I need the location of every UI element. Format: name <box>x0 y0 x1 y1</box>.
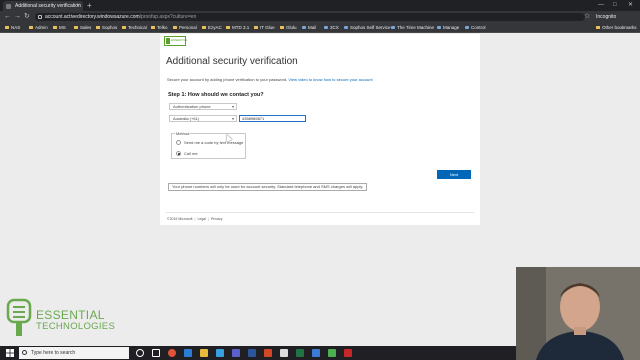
page-footer: ©2019 Microsoft | Legal | Privacy <box>167 217 223 221</box>
bookmark-item[interactable]: EzyAC <box>202 23 222 33</box>
radio-button-selected[interactable] <box>176 151 181 156</box>
bookmark-item[interactable]: Telko <box>151 23 168 33</box>
wifi-app-icon[interactable] <box>216 349 224 357</box>
phone-usage-notice: Your phone numbers will only be used for… <box>168 183 367 191</box>
bookmark-item[interactable]: NAS <box>5 23 20 33</box>
task-view-icon[interactable] <box>152 349 160 357</box>
option-label: Send me a code by text message <box>184 140 244 145</box>
video-help-link[interactable]: View video to know how to secure your ac… <box>288 77 372 82</box>
bookmark-item[interactable]: Sales <box>74 23 91 33</box>
notepad-icon[interactable] <box>280 349 288 357</box>
app-icon[interactable] <box>344 349 352 357</box>
radio-button[interactable] <box>176 140 181 145</box>
verification-card: ESSENTIAL Additional security verificati… <box>160 34 480 225</box>
bookmark-item[interactable]: 3CX <box>324 23 339 33</box>
cortana-icon[interactable] <box>136 349 144 357</box>
option-label: Call me <box>184 151 198 156</box>
edge-icon[interactable] <box>184 349 192 357</box>
bookmark-item[interactable]: Glulu <box>280 23 297 33</box>
text-message-option[interactable]: Send me a code by text message <box>176 140 243 145</box>
close-window-icon[interactable]: ✕ <box>628 0 633 11</box>
back-icon[interactable]: ← <box>4 11 11 23</box>
bookmark-item[interactable]: Sophos Self Service <box>344 23 391 33</box>
method-legend: Method <box>175 131 191 136</box>
brand-watermark: ESSENTIAL TECHNOLOGIES <box>4 296 116 342</box>
webcam-overlay <box>516 267 640 360</box>
bookmark-item[interactable]: Admin <box>29 23 48 33</box>
windows-start-icon[interactable] <box>6 349 14 357</box>
bookmark-item[interactable]: MS <box>53 23 66 33</box>
bookmark-item[interactable]: MTD 3.1 <box>226 23 249 33</box>
bookmarks-bar: NAS Admin MS Sales Sophos Technical Telk… <box>0 23 640 33</box>
close-tab-icon[interactable]: × <box>76 1 80 11</box>
url-path: /proofup.aspx?culture=en <box>139 14 197 20</box>
forward-icon[interactable]: → <box>14 11 21 23</box>
lock-icon <box>38 15 42 19</box>
browser-tab-bar: Additional security verification × + — □… <box>0 0 640 11</box>
page-subtitle: Secure your account by adding phone veri… <box>167 77 373 82</box>
subtitle-text: Secure your account by adding phone veri… <box>167 77 288 82</box>
search-icon <box>22 350 27 355</box>
company-logo: ESSENTIAL <box>164 36 188 46</box>
bookmark-item[interactable]: Control <box>465 23 486 33</box>
privacy-link[interactable]: Privacy <box>211 217 222 221</box>
new-tab-icon[interactable]: + <box>87 0 92 11</box>
presenter-video-image <box>516 267 640 360</box>
chevron-down-icon: ▾ <box>231 104 234 109</box>
brand-name-line2: TECHNOLOGIES <box>36 321 116 332</box>
brand-name-line1: ESSENTIAL <box>36 308 105 322</box>
bookmark-item[interactable]: Manage <box>437 23 459 33</box>
next-button[interactable]: Next <box>437 170 471 179</box>
page-favicon-icon <box>6 4 11 9</box>
method-fieldset: Method Send me a code by text message Ca… <box>171 131 246 159</box>
brand-logo-icon <box>6 298 32 336</box>
step-heading: Step 1: How should we contact you? <box>168 92 264 98</box>
taskbar-search[interactable]: Type here to search <box>19 347 129 359</box>
copyright-text: ©2019 Microsoft <box>167 217 193 221</box>
contact-type-select[interactable]: Authentication phone ▾ <box>169 103 237 110</box>
footer-divider <box>166 212 474 213</box>
windows-taskbar: Type here to search <box>0 346 516 360</box>
file-explorer-icon[interactable] <box>200 349 208 357</box>
tab-title: Additional security verification <box>15 3 81 9</box>
reload-icon[interactable]: ↻ <box>24 11 30 23</box>
maximize-icon[interactable]: □ <box>613 0 617 11</box>
chevron-down-icon: ▾ <box>231 116 234 121</box>
phone-number-input[interactable]: 4358989871 <box>239 115 306 122</box>
url-domain: account.activedirectory.windowsazure.com <box>45 14 140 20</box>
call-me-option[interactable]: Call me <box>176 151 198 156</box>
outlook-icon[interactable] <box>312 349 320 357</box>
bookmark-item[interactable]: IT Glue <box>254 23 275 33</box>
chrome-icon[interactable] <box>168 349 176 357</box>
minimize-icon[interactable]: — <box>598 0 604 11</box>
country-value: Australia (+61) <box>173 116 200 121</box>
address-bar[interactable]: account.activedirectory.windowsazure.com… <box>35 13 585 21</box>
logo-text: ESSENTIAL <box>171 38 188 42</box>
incognito-label[interactable]: Incognito <box>596 11 616 23</box>
country-select[interactable]: Australia (+61) ▾ <box>169 115 237 122</box>
excel-icon[interactable] <box>296 349 304 357</box>
search-placeholder: Type here to search <box>31 350 76 356</box>
bookmark-item[interactable]: Sophos <box>96 23 117 33</box>
bookmark-item[interactable]: Mail <box>302 23 316 33</box>
browser-toolbar: ← → ↻ account.activedirectory.windowsazu… <box>0 11 640 23</box>
other-bookmarks[interactable]: Other bookmarks <box>596 23 637 33</box>
app-icon[interactable] <box>328 349 336 357</box>
word-icon[interactable] <box>248 349 256 357</box>
bookmark-item[interactable]: Personal <box>173 23 197 33</box>
page-title: Additional security verification <box>166 56 298 67</box>
bookmark-star-icon[interactable]: ☆ <box>584 11 590 23</box>
bookmark-item[interactable]: The Time Machine <box>391 23 434 33</box>
legal-link[interactable]: Legal <box>197 217 206 221</box>
teams-icon[interactable] <box>232 349 240 357</box>
browser-tab[interactable]: Additional security verification × <box>3 1 83 11</box>
bookmark-item[interactable]: Technical <box>122 23 147 33</box>
powerpoint-icon[interactable] <box>264 349 272 357</box>
contact-type-value: Authentication phone <box>173 104 211 109</box>
